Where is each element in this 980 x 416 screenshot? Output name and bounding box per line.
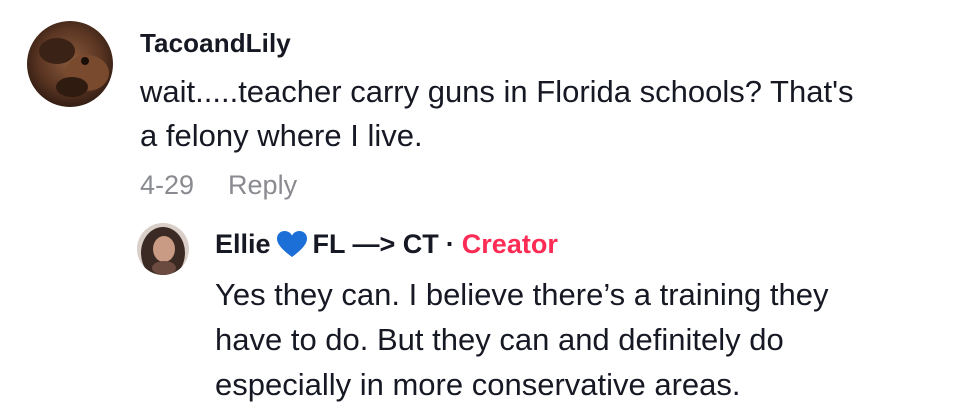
comment-date: 4-29 [140, 170, 195, 200]
comment-text: wait.....teacher carry guns in Florida s… [140, 70, 960, 158]
avatar[interactable] [27, 21, 113, 107]
comment-meta: 4-29 Reply [140, 170, 297, 201]
reply-text-line: have to do. But they can and definitely … [215, 322, 784, 357]
comment-text-line: a felony where I live. [140, 118, 423, 153]
separator-dot: · [445, 229, 455, 259]
reply-text: Yes they can. I believe there’s a traini… [215, 272, 955, 407]
reply-username[interactable]: Ellie [215, 229, 271, 260]
reply-text-line: Yes they can. I believe there’s a traini… [215, 277, 829, 312]
reply-item: Ellie FL —> CT · Creator Yes they can. I… [0, 216, 980, 416]
comment-text-line: wait.....teacher carry guns in Florida s… [140, 74, 854, 109]
reply-username-suffix[interactable]: FL —> CT [313, 229, 439, 260]
reply-text-line: especially in more conservative areas. [215, 367, 741, 402]
reply-header: Ellie FL —> CT · Creator [215, 229, 558, 260]
blue-heart-icon [276, 231, 307, 258]
creator-badge: Creator [461, 229, 558, 259]
avatar[interactable] [137, 223, 189, 275]
comment-username[interactable]: TacoandLily [140, 28, 291, 59]
comment-item: TacoandLily wait.....teacher carry guns … [0, 0, 980, 220]
reply-button[interactable]: Reply [228, 170, 297, 201]
